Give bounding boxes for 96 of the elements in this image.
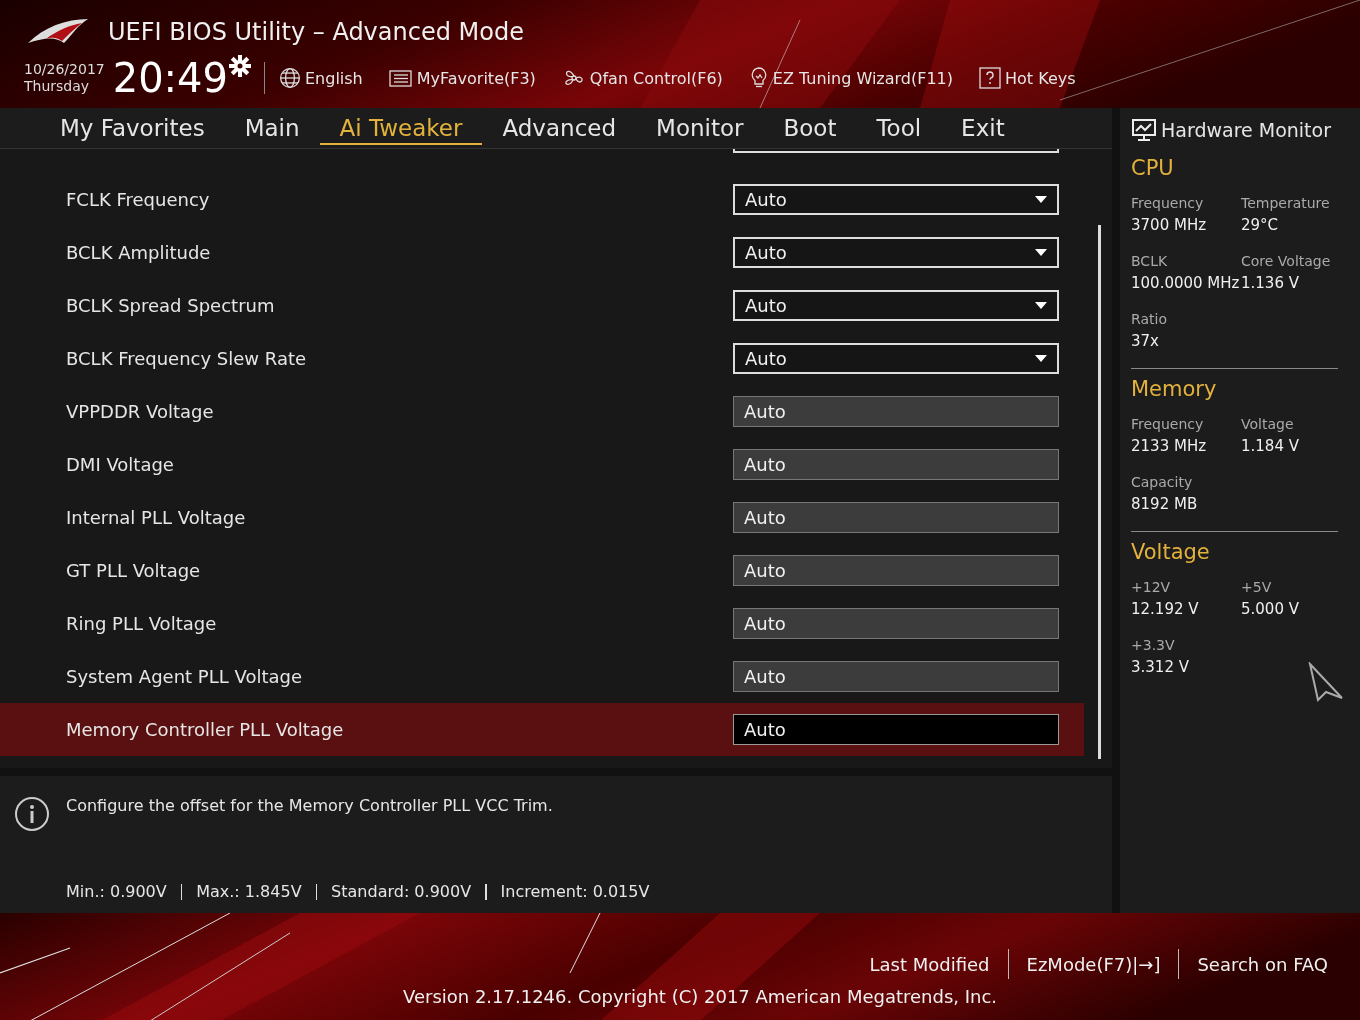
- monitor-value: 8192 MB: [1131, 494, 1199, 515]
- caret-icon: [1035, 249, 1047, 256]
- monitor-label: Temperature: [1241, 194, 1331, 213]
- clock-time: 20:49: [112, 56, 228, 100]
- setting-label: BCLK Amplitude: [66, 242, 212, 263]
- dropdown-field[interactable]: Auto: [733, 237, 1059, 268]
- setting-label: Memory Controller PLL Voltage: [66, 719, 345, 740]
- monitor-value: 12.192 V: [1131, 599, 1200, 620]
- monitor-label: Frequency: [1131, 415, 1205, 434]
- dropdown-field[interactable]: Auto: [733, 343, 1059, 374]
- limit-text: Standard: 0.900V: [331, 882, 472, 901]
- monitor-value: 3.312 V: [1131, 657, 1190, 678]
- limit-text: Max.: 1.845V: [196, 882, 302, 901]
- setting-label: GT PLL Voltage: [66, 560, 202, 581]
- monitor-label: +3.3V: [1131, 636, 1176, 655]
- input-field[interactable]: Auto: [733, 661, 1059, 692]
- setting-row[interactable]: DMI Voltage Auto: [0, 438, 1084, 491]
- toolbar-button[interactable]: Hot Keys: [979, 67, 1076, 89]
- monitor-value: 3700 MHz: [1131, 215, 1208, 236]
- setting-label: Ring PLL Voltage: [66, 613, 218, 634]
- date-text: 10/26/2017: [24, 61, 105, 78]
- monitor-icon: [1131, 118, 1157, 142]
- toolbar-button[interactable]: EZ Tuning Wizard(F11): [748, 66, 954, 90]
- dropdown-field[interactable]: Auto: [733, 184, 1059, 215]
- setting-label: System Agent PLL Voltage: [66, 666, 303, 687]
- monitor-value: 29°C: [1241, 215, 1280, 236]
- monitor-label: Ratio: [1131, 310, 1168, 329]
- monitor-label: Voltage: [1241, 415, 1295, 434]
- monitor-label: Core Voltage: [1241, 252, 1332, 271]
- menu-tab[interactable]: Exit: [941, 111, 1025, 145]
- input-field[interactable]: Auto: [733, 555, 1059, 586]
- day-text: Thursday: [24, 78, 91, 95]
- monitor-value: 37x: [1131, 331, 1160, 352]
- setting-row[interactable]: System Agent PLL Voltage Auto: [0, 650, 1084, 703]
- input-field[interactable]: Auto: [733, 449, 1059, 480]
- input-field[interactable]: Auto: [733, 714, 1059, 745]
- globe-icon: [279, 67, 301, 89]
- dropdown-field[interactable]: Auto: [733, 290, 1059, 321]
- help-text: Configure the offset for the Memory Controller PLL VCC Trim.: [66, 796, 553, 815]
- input-field[interactable]: Auto: [733, 396, 1059, 427]
- setting-label: BCLK Spread Spectrum: [66, 295, 276, 316]
- input-field[interactable]: Auto: [733, 502, 1059, 533]
- caret-icon: [1035, 196, 1047, 203]
- footer-link[interactable]: Search on FAQ: [1179, 953, 1346, 975]
- scrollbar[interactable]: [1098, 225, 1101, 759]
- caret-icon: [1035, 302, 1047, 309]
- menu-tab[interactable]: Monitor: [636, 111, 764, 145]
- setting-label: DMI Voltage: [66, 454, 175, 475]
- footer-link[interactable]: EzMode(F7)|→]: [1008, 953, 1179, 975]
- info-icon: [14, 796, 50, 832]
- toolbar-button[interactable]: MyFavorite(F3): [388, 68, 536, 88]
- setting-row[interactable]: BCLK Spread Spectrum Auto: [0, 279, 1084, 332]
- menu-tab[interactable]: Boot: [763, 111, 857, 145]
- setting-row[interactable]: BCLK Amplitude Auto: [0, 226, 1084, 279]
- limit-text: Min.: 0.900V: [66, 882, 167, 901]
- toolbar-button[interactable]: English: [279, 67, 363, 89]
- list-icon: [388, 68, 413, 88]
- section-title: CPU: [1131, 156, 1175, 180]
- setting-row[interactable]: VPPDDR Voltage Auto: [0, 385, 1084, 438]
- setting-label: Internal PLL Voltage: [66, 507, 247, 528]
- toolbar-button[interactable]: Qfan Control(F6): [561, 67, 723, 89]
- footer-link[interactable]: Last Modified: [851, 953, 1008, 975]
- menu-tab[interactable]: Tool: [856, 111, 942, 145]
- help-icon: [979, 67, 1002, 89]
- monitor-label: BCLK: [1131, 252, 1169, 271]
- monitor-value: 1.184 V: [1241, 436, 1300, 457]
- setting-row[interactable]: Internal PLL Voltage Auto: [0, 491, 1084, 544]
- pointer-icon: [1306, 662, 1344, 702]
- menu-tab[interactable]: Main: [224, 111, 320, 145]
- setting-row[interactable]: BCLK Frequency Slew Rate Auto: [0, 332, 1084, 385]
- setting-row[interactable]: FCLK Frequency Auto: [0, 173, 1084, 226]
- setting-label: BCLK Frequency Slew Rate: [66, 348, 308, 369]
- monitor-label: Frequency: [1131, 194, 1205, 213]
- monitor-value: 5.000 V: [1241, 599, 1300, 620]
- setting-row[interactable]: GT PLL Voltage Auto: [0, 544, 1084, 597]
- section-title: Memory: [1131, 377, 1218, 401]
- menu-tab[interactable]: Ai Tweaker: [319, 111, 483, 145]
- monitor-label: Capacity: [1131, 473, 1194, 492]
- menu-tab[interactable]: My Favorites: [40, 111, 225, 145]
- setting-label: VPPDDR Voltage: [66, 401, 215, 422]
- setting-row[interactable]: Ring PLL Voltage Auto: [0, 597, 1084, 650]
- input-field[interactable]: Auto: [733, 608, 1059, 639]
- limit-text: Increment: 0.015V: [500, 882, 650, 901]
- menu-tab[interactable]: Advanced: [482, 111, 637, 145]
- monitor-label: +12V: [1131, 578, 1172, 597]
- caret-icon: [1035, 355, 1047, 362]
- setting-row[interactable]: Memory Controller PLL Voltage Auto: [0, 703, 1084, 756]
- section-title: Voltage: [1131, 540, 1211, 564]
- panel-title: Hardware Monitor: [1161, 119, 1331, 141]
- window-title: UEFI BIOS Utility – Advanced Mode: [108, 18, 524, 46]
- monitor-value: 1.136 V: [1241, 273, 1300, 294]
- monitor-value: 100.0000 MHz: [1131, 273, 1241, 294]
- monitor-label: +5V: [1241, 578, 1273, 597]
- version-text: Version 2.17.1246. Copyright (C) 2017 American Megatrends, Inc.: [403, 986, 998, 1007]
- setting-label: FCLK Frequency: [66, 189, 211, 210]
- monitor-value: 2133 MHz: [1131, 436, 1208, 457]
